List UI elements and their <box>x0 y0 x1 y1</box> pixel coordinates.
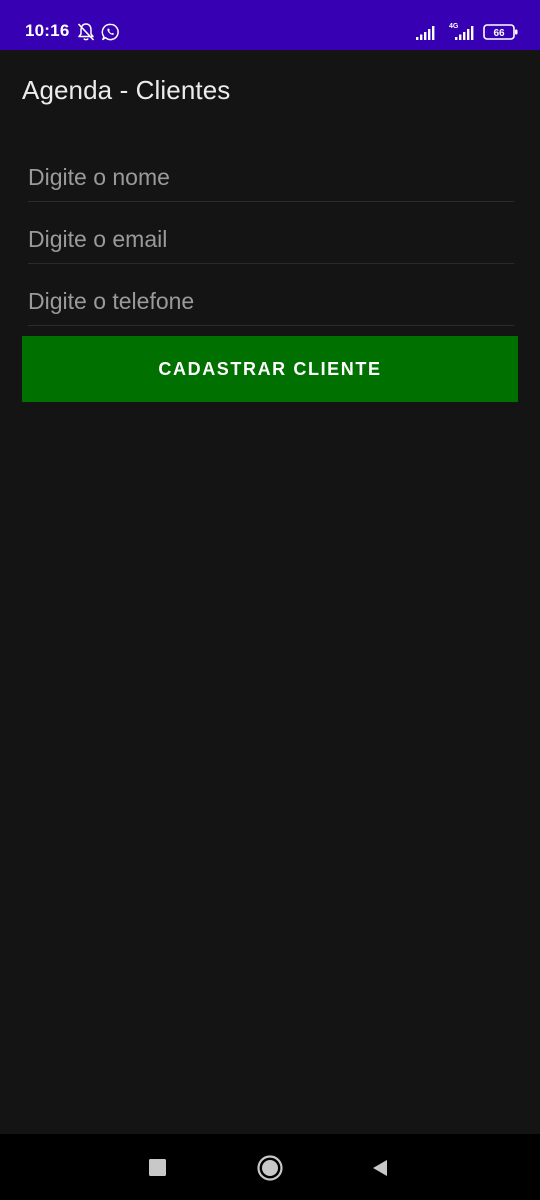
back-button[interactable] <box>366 1154 394 1182</box>
navigation-bar <box>0 1134 540 1200</box>
app-bar: Agenda - Clientes <box>0 50 540 134</box>
back-triangle-icon <box>373 1160 387 1176</box>
app-screen: 10:16 4G 66 Agenda - Clientes Digite o n… <box>0 0 540 1200</box>
recents-square-icon <box>149 1159 166 1176</box>
email-input[interactable] <box>28 215 514 263</box>
name-input[interactable] <box>28 153 514 201</box>
recents-button[interactable] <box>144 1154 172 1182</box>
name-field <box>28 153 514 202</box>
battery-icon: 66 <box>483 24 518 40</box>
bell-off-icon <box>77 23 95 41</box>
phone-field <box>28 277 514 326</box>
email-field <box>28 215 514 264</box>
battery-level: 66 <box>493 28 505 39</box>
signal-4g-icon: 4G <box>449 23 474 40</box>
home-button[interactable] <box>256 1154 284 1182</box>
status-bar: 10:16 4G 66 <box>0 0 540 50</box>
app-title: Agenda - Clientes <box>22 75 231 105</box>
phone-input[interactable] <box>28 277 514 325</box>
signal-icon <box>416 26 435 40</box>
network-type-label: 4G <box>449 23 459 30</box>
home-circle-icon <box>257 1155 283 1181</box>
whatsapp-icon <box>101 23 119 41</box>
status-time: 10:16 <box>25 21 70 40</box>
register-client-button[interactable]: CADASTRAR CLIENTE <box>22 336 518 402</box>
